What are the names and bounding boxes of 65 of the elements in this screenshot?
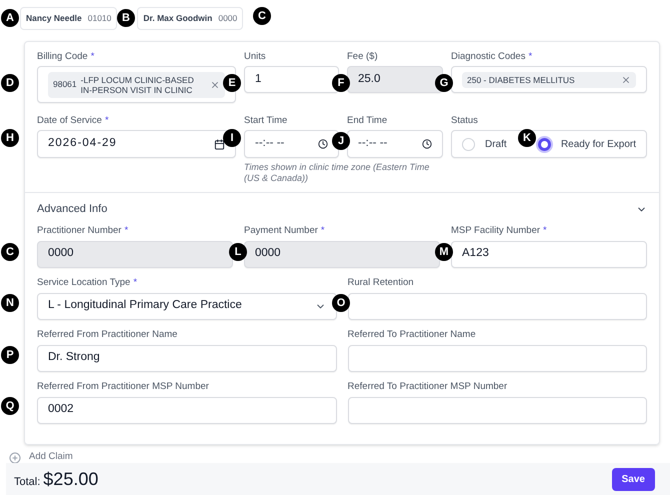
input-field[interactable]: A123 — [451, 240, 647, 268]
field-label: Service Location Type — [37, 276, 130, 290]
total-amount: $25.00 — [43, 468, 98, 490]
provider-chip[interactable]: Nancy Needle 01010 — [20, 7, 118, 30]
tag-field[interactable]: 250 - DIABETES MELLITUS — [451, 66, 647, 93]
marker-badge: D — [1, 74, 19, 92]
required-mark: * — [528, 50, 532, 64]
clock-icon[interactable] — [422, 139, 432, 149]
field-label: Diagnostic Codes — [451, 50, 526, 64]
input-field[interactable] — [348, 344, 647, 372]
time-field[interactable]: --:-- -- — [244, 130, 339, 158]
field-label: Units — [244, 50, 266, 64]
field-label: Rural Retention — [348, 276, 414, 290]
marker-badge: E — [223, 74, 241, 92]
field-label: Status — [451, 114, 478, 128]
field-label: Referred From Practitioner MSP Number — [37, 380, 209, 394]
marker-badge: Q — [1, 397, 19, 415]
input-field[interactable] — [348, 292, 647, 320]
remove-icon[interactable] — [210, 80, 220, 90]
selected-tag[interactable]: 250 - DIABETES MELLITUS — [462, 72, 636, 88]
field-label: Billing Code — [37, 50, 88, 64]
radio-button[interactable] — [538, 138, 551, 150]
field-label: Fee ($) — [347, 50, 378, 64]
marker-badge: C — [1, 243, 19, 261]
save-button[interactable]: Save — [612, 468, 655, 490]
select-field[interactable]: L - Longitudinal Primary Care Practice — [37, 292, 336, 320]
field-label: Referred To Practitioner Name — [348, 328, 476, 342]
field-label: Referred From Practitioner Name — [37, 328, 178, 342]
field-label: MSP Facility Number — [451, 224, 540, 238]
input-field[interactable]: 0002 — [37, 396, 336, 424]
marker-badge: H — [1, 129, 19, 147]
section-header[interactable]: Advanced Info — [37, 201, 647, 218]
selected-tag[interactable]: 98061 -LFP LOCUM CLINIC-BASED IN-PERSON VISIT IN CLINIC — [48, 72, 225, 98]
required-mark: * — [133, 276, 138, 290]
total-label: Total: — [14, 474, 40, 490]
clock-icon[interactable] — [318, 139, 328, 149]
remove-icon[interactable] — [621, 74, 631, 84]
radio-label: Draft — [485, 138, 507, 152]
input-field[interactable] — [348, 396, 647, 424]
calendar-icon[interactable] — [214, 138, 225, 150]
marker-badge: N — [1, 294, 19, 312]
marker-badge: A — [1, 9, 19, 27]
required-mark: * — [104, 114, 109, 128]
field-label: Practitioner Number — [37, 224, 122, 238]
marker-badge: B — [117, 9, 135, 27]
radio-label: Ready for Export — [560, 138, 636, 152]
marker-badge: P — [1, 346, 19, 364]
required-mark: * — [124, 224, 128, 238]
input-field[interactable]: 1 — [244, 66, 339, 93]
required-mark: * — [543, 224, 547, 238]
plus-circle-icon[interactable] — [9, 452, 21, 464]
field-label: Payment Number — [244, 224, 318, 238]
field-label: End Time — [347, 114, 388, 128]
field-label: Referred To Practitioner MSP Number — [348, 380, 508, 394]
required-mark: * — [320, 224, 325, 238]
required-mark: * — [90, 50, 94, 64]
time-field[interactable]: --:-- -- — [347, 130, 443, 158]
field-label: Start Time — [244, 114, 288, 128]
provider-chip[interactable]: Dr. Max Goodwin 0000 — [137, 7, 244, 30]
time-zone-hint: Times shown in clinic time zone (Eastern Time (US & Canada)) — [244, 162, 430, 184]
field-label: Date of Service — [37, 114, 102, 128]
add-claim-button[interactable]: Add Claim — [9, 450, 670, 464]
marker-badge: I — [223, 129, 241, 147]
input-field[interactable]: Dr. Strong — [37, 344, 336, 372]
marker-badge: C — [253, 7, 271, 25]
